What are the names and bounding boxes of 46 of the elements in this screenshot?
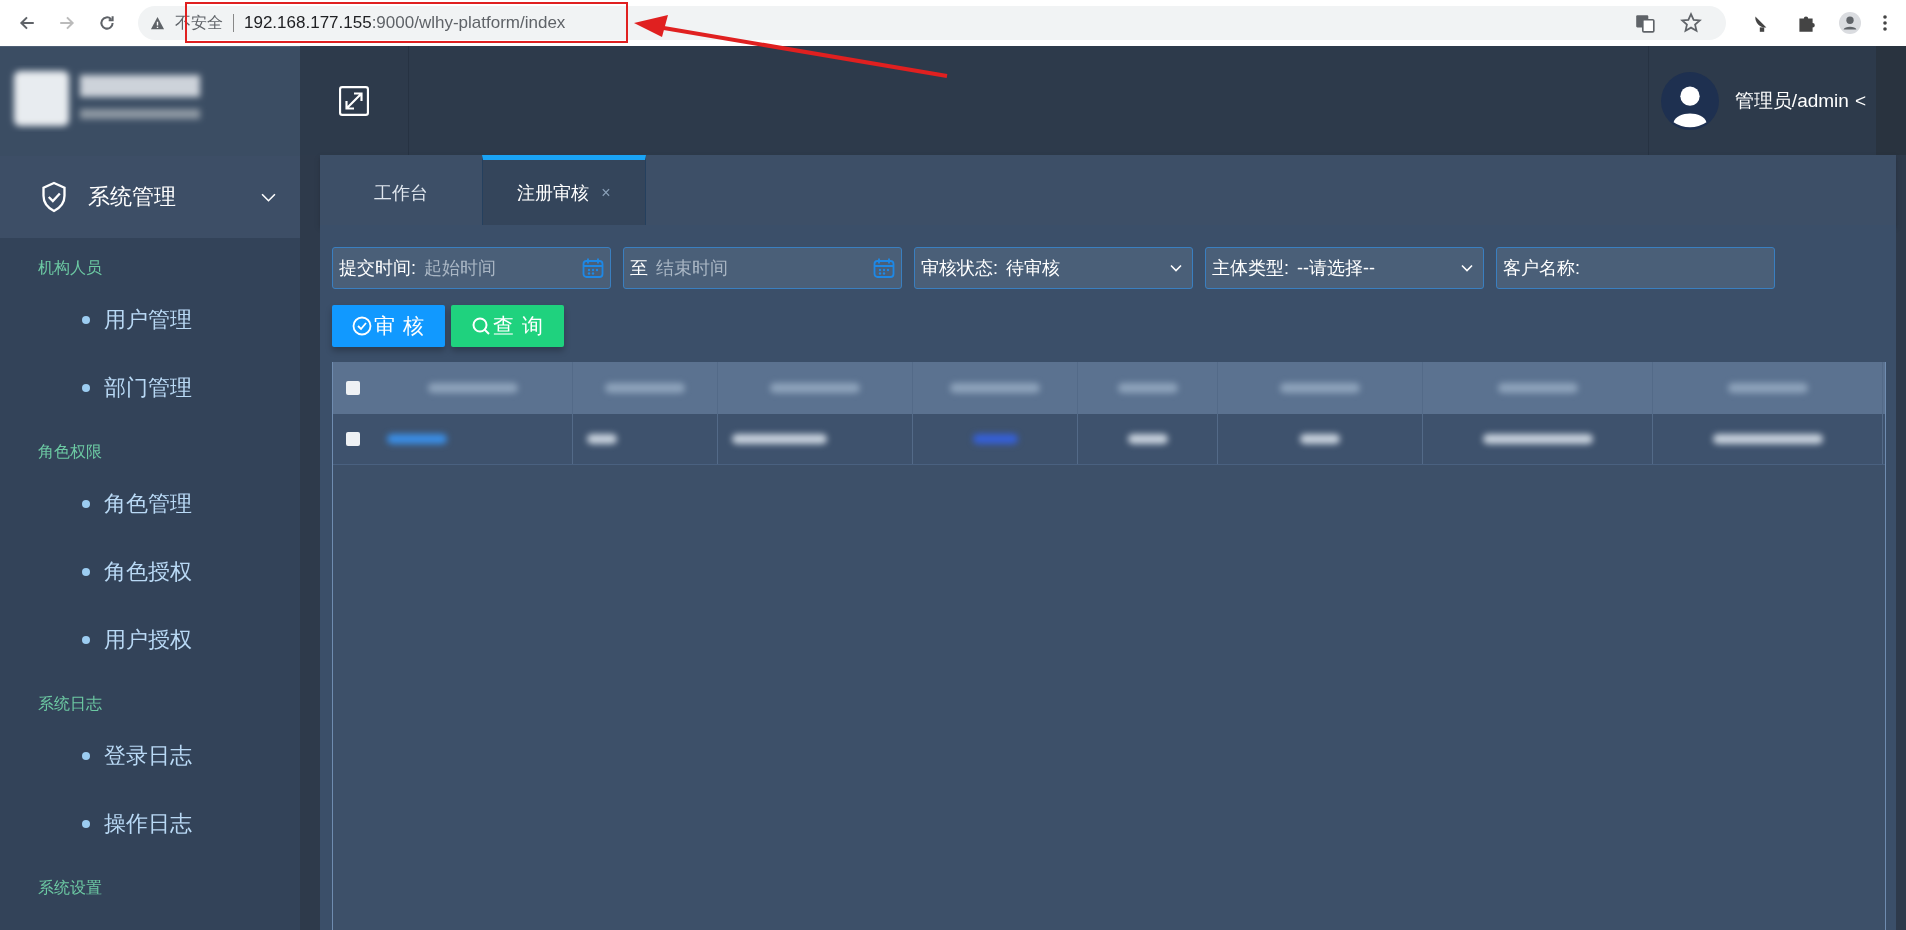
calendar-icon [873,257,895,279]
blurred-text [1300,434,1340,444]
menu-group-label: 系统日志 [37,694,103,714]
menu-item[interactable]: 部门管理 [0,354,300,422]
warning-icon [150,15,165,31]
menu-item[interactable]: 操作日志 [0,790,300,858]
avatar-icon [1660,71,1719,130]
menu-item[interactable]: 用户授权 [0,606,300,674]
star-icon[interactable] [1680,12,1702,34]
date-field[interactable]: 至 结束时间 [623,247,902,289]
url-text: 192.168.177.155:9000/wlhy-platform/index [244,13,566,33]
check-circle-icon [352,316,372,336]
menu-item[interactable]: 角色授权 [0,538,300,606]
menu-group-label: 角色权限 [37,442,103,462]
translate-icon[interactable] [1634,12,1656,34]
checkbox[interactable] [346,381,360,395]
shield-check-icon [40,180,68,214]
select-field[interactable]: 主体类型: --请选择-- [1205,247,1484,289]
close-icon[interactable]: × [601,183,611,202]
reload-icon[interactable] [98,14,116,32]
select-field[interactable]: 审核状态: 待审核 [914,247,1193,289]
back-icon[interactable] [18,14,36,32]
checkbox[interactable] [346,432,360,446]
tab[interactable]: 工作台 [320,155,482,225]
profile-icon[interactable] [1839,12,1861,34]
chevron-icon [1170,264,1182,272]
chevron-icon [1461,264,1473,272]
blurred-text [972,434,1018,444]
calendar-icon [582,257,604,279]
blurred-text [1117,383,1178,393]
date-field[interactable]: 提交时间: 起始时间 [332,247,611,289]
menu-group-label: 机构人员 [37,258,103,278]
menu-item[interactable]: 用户管理 [0,286,300,354]
menu-icon[interactable] [1882,13,1888,33]
menu-group-label: 系统设置 [37,878,103,898]
menu-section[interactable]: 系统管理 [0,156,300,238]
input-field[interactable]: 客户名称: [1496,247,1775,289]
fullscreen-icon[interactable] [339,85,369,116]
blurred-text [1127,434,1168,444]
menu-item[interactable]: 登录日志 [0,722,300,790]
menu-item[interactable]: 角色管理 [0,470,300,538]
blurred-text [587,434,617,444]
chevron-icon [261,192,276,202]
search-icon [470,316,491,336]
tab[interactable]: 注册审核 × [482,155,646,225]
blurred-text [387,434,447,444]
